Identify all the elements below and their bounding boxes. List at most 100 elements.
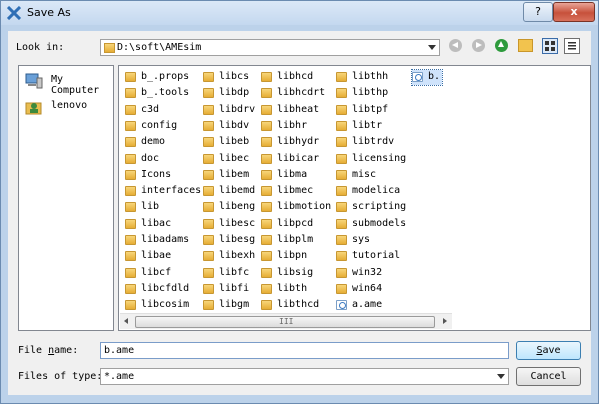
place-label: My Computer (51, 74, 100, 96)
folder-icon (203, 186, 214, 197)
file-item[interactable]: libadams (125, 233, 201, 248)
file-item[interactable]: demo (125, 135, 201, 150)
folder-icon (261, 120, 272, 131)
file-item-label: libexh (219, 250, 256, 262)
file-item[interactable]: tutorial (336, 249, 412, 264)
file-item-label: lib (141, 201, 160, 213)
scrollbar-thumb[interactable]: III (135, 316, 435, 328)
file-item[interactable]: a.ame (336, 298, 412, 313)
place-lenovo[interactable]: lenovo (21, 96, 111, 118)
file-item[interactable]: libma (261, 168, 337, 183)
back-icon[interactable] (449, 39, 462, 52)
file-item[interactable]: misc (336, 168, 412, 183)
scroll-right-icon[interactable] (443, 318, 447, 324)
folder-icon (261, 202, 272, 213)
file-item[interactable]: libmotion (261, 200, 337, 215)
folder-icon (203, 104, 214, 115)
file-item[interactable]: libplm (261, 233, 337, 248)
computer-icon (25, 73, 43, 89)
file-item[interactable]: b_.tools (125, 86, 201, 101)
file-item[interactable]: libthh (336, 70, 412, 85)
file-item-label: libfi (219, 282, 250, 294)
file-item-label: libeng (219, 201, 256, 213)
folder-icon (203, 251, 214, 262)
file-item[interactable]: libth (261, 282, 337, 297)
file-item[interactable]: libcf (125, 266, 201, 281)
file-item[interactable]: lib (125, 200, 201, 215)
file-item-label: libcf (141, 266, 172, 278)
save-button[interactable]: Save (516, 341, 581, 360)
folder-icon (336, 153, 347, 164)
file-item-label: a.ame (352, 299, 383, 311)
file-item[interactable]: submodels (336, 217, 412, 232)
file-type-label: Files of type: (18, 371, 103, 382)
folder-icon (125, 202, 136, 213)
file-item[interactable]: Icons (125, 168, 201, 183)
file-item-label: libtr (352, 119, 383, 131)
file-item[interactable]: libcfdld (125, 282, 201, 297)
file-item[interactable]: win32 (336, 266, 412, 281)
file-item-label: libgm (219, 299, 250, 311)
file-item[interactable]: scripting (336, 200, 412, 215)
file-item[interactable]: libpcd (261, 217, 337, 232)
file-item-label: b_.tools (141, 87, 190, 99)
file-item[interactable]: libmec (261, 184, 337, 199)
place-my-computer[interactable]: My Computer (21, 70, 111, 96)
view-icons-icon[interactable] (542, 38, 558, 54)
file-item[interactable]: libtr (336, 119, 412, 134)
file-item[interactable]: interfaces (125, 184, 201, 199)
close-button[interactable]: x (553, 2, 595, 22)
file-item[interactable]: libtrdv (336, 135, 412, 150)
cancel-button[interactable]: Cancel (516, 367, 581, 386)
file-item[interactable]: libtpf (336, 103, 412, 118)
folder-icon (203, 120, 214, 131)
file-item[interactable]: libsig (261, 266, 337, 281)
file-item[interactable]: libpn (261, 249, 337, 264)
view-list-icon[interactable] (564, 38, 580, 54)
scroll-left-icon[interactable] (124, 318, 128, 324)
file-item-label: doc (141, 152, 160, 164)
new-folder-icon[interactable] (518, 39, 533, 52)
file-item[interactable]: libhr (261, 119, 337, 134)
file-item[interactable]: c3d (125, 103, 201, 118)
file-item[interactable]: libhydr (261, 135, 337, 150)
file-item[interactable]: modelica (336, 184, 412, 199)
file-item-label: libma (277, 168, 308, 180)
file-item[interactable]: libhcdrt (261, 86, 337, 101)
file-name-input[interactable]: b.ame (100, 342, 509, 359)
chevron-down-icon[interactable] (428, 45, 436, 50)
file-item[interactable]: libac (125, 217, 201, 232)
folder-icon (336, 267, 347, 278)
file-item[interactable]: libicar (261, 152, 337, 167)
file-item[interactable]: libthcd (261, 298, 337, 313)
file-item[interactable]: libheat (261, 103, 337, 118)
file-item-label: libcs (219, 71, 250, 82)
file-item[interactable]: libhcd (261, 70, 337, 85)
folder-icon (125, 267, 136, 278)
file-item[interactable]: config (125, 119, 201, 134)
file-item[interactable]: b. (411, 69, 443, 86)
up-folder-icon[interactable] (495, 39, 508, 52)
dialog-body: Look in: D:\soft\AMEsim My Computer leno… (8, 31, 591, 395)
file-type-dropdown[interactable]: *.ame (100, 368, 509, 385)
folder-icon (125, 169, 136, 180)
file-item-label: misc (352, 168, 377, 180)
forward-icon[interactable] (472, 39, 485, 52)
help-button[interactable]: ? (523, 2, 553, 22)
file-item[interactable]: b_.props (125, 70, 201, 85)
file-item[interactable]: licensing (336, 152, 412, 167)
folder-icon (125, 104, 136, 115)
look-in-dropdown[interactable]: D:\soft\AMEsim (100, 39, 440, 56)
file-item-label: libeb (219, 136, 250, 148)
file-item[interactable]: sys (336, 233, 412, 248)
file-item-label: libpn (277, 250, 308, 262)
folder-icon (203, 72, 214, 82)
file-item[interactable]: libcosim (125, 298, 201, 313)
chevron-down-icon[interactable] (497, 374, 505, 379)
file-item[interactable]: doc (125, 152, 201, 167)
horizontal-scrollbar[interactable]: III (120, 313, 452, 329)
file-item-label: modelica (352, 185, 401, 197)
file-item[interactable]: libthp (336, 86, 412, 101)
file-item[interactable]: libae (125, 249, 201, 264)
file-item[interactable]: win64 (336, 282, 412, 297)
